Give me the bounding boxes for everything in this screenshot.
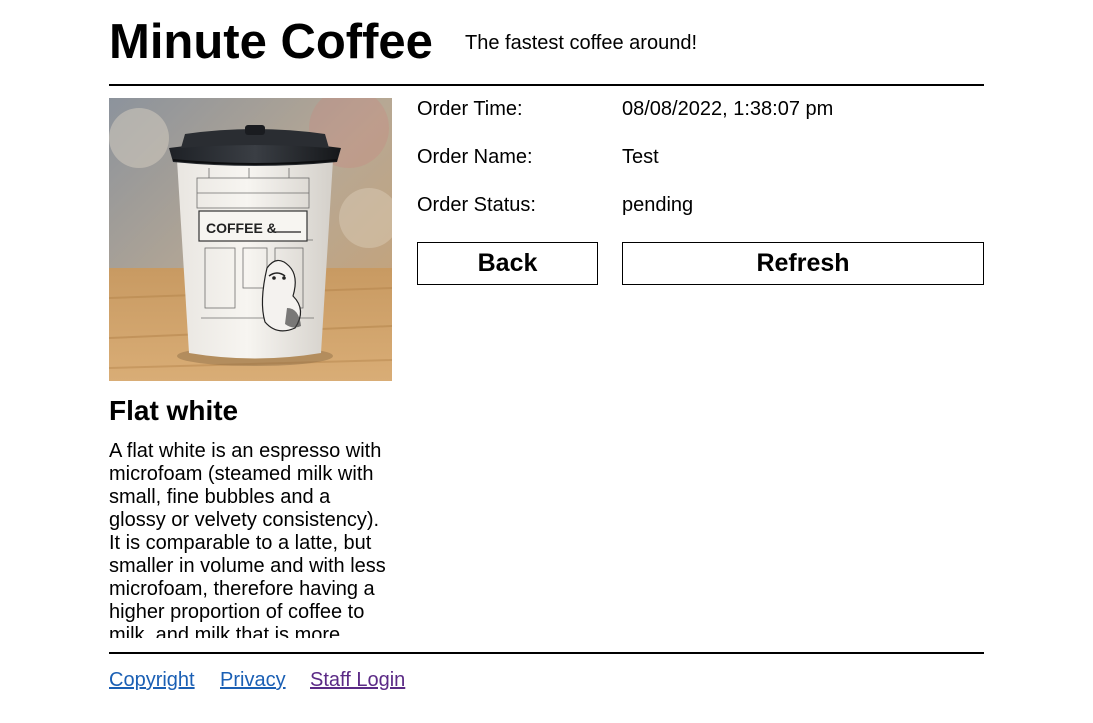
- order-name-row: Order Name: Test: [417, 144, 984, 192]
- privacy-link[interactable]: Privacy: [220, 668, 286, 692]
- page: Minute Coffee The fastest coffee around!: [109, 0, 984, 723]
- order-name-label: Order Name:: [417, 146, 533, 168]
- staff-login-link[interactable]: Staff Login: [310, 668, 405, 692]
- order-details: Order Time: 08/08/2022, 1:38:07 pm Order…: [417, 96, 984, 240]
- order-status-row: Order Status: pending: [417, 192, 984, 240]
- brand-title: Minute Coffee: [109, 15, 433, 69]
- site-footer: Copyright Privacy Staff Login: [109, 652, 984, 714]
- site-header: Minute Coffee The fastest coffee around!: [109, 0, 984, 86]
- order-time-row: Order Time: 08/08/2022, 1:38:07 pm: [417, 96, 984, 144]
- refresh-button[interactable]: Refresh: [622, 242, 984, 285]
- order-status-value: pending: [622, 194, 694, 216]
- order-time-label: Order Time:: [417, 98, 523, 120]
- svg-text:COFFEE &: COFFEE &: [206, 220, 277, 236]
- product-description: A flat white is an espresso with microfo…: [109, 440, 386, 638]
- order-name-value: Test: [622, 146, 659, 168]
- back-button[interactable]: Back: [417, 242, 598, 285]
- product-name: Flat white: [109, 395, 239, 426]
- order-time-value: 08/08/2022, 1:38:07 pm: [622, 98, 834, 120]
- tagline: The fastest coffee around!: [465, 32, 698, 54]
- copyright-link[interactable]: Copyright: [109, 668, 195, 692]
- order-status-label: Order Status:: [417, 194, 536, 216]
- product-image: COFFEE &: [109, 98, 392, 381]
